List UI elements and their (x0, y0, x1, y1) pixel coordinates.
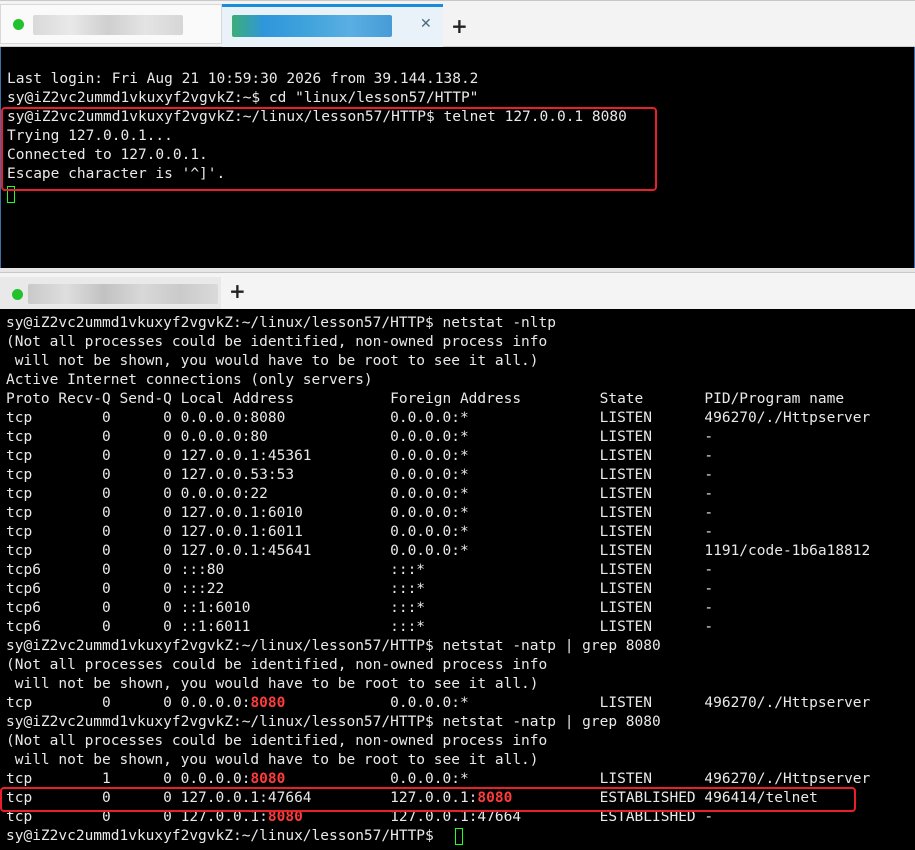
netstat-row: tcp 0 0 127.0.0.53:53 0.0.0.0:* LISTEN - (6, 467, 714, 483)
annotation-box (1, 107, 657, 191)
netstat-row: tcp 0 0 0.0.0.0:80 0.0.0.0:* LISTEN - (6, 429, 714, 445)
session-tab-bottom[interactable] (0, 277, 221, 310)
status-dot-icon (13, 19, 24, 30)
netstat-row: tcp 0 0 127.0.0.1:45641 0.0.0.0:* LISTEN… (6, 543, 871, 559)
terminal-cursor (455, 828, 463, 845)
netstat-row: tcp 0 0 0.0.0.0:22 0.0.0.0:* LISTEN - (6, 486, 714, 502)
new-tab-button[interactable]: + (229, 279, 246, 303)
netstat-row: tcp 0 0 127.0.0.1:45361 0.0.0.0:* LISTEN… (6, 448, 714, 464)
top-terminal[interactable]: Last login: Fri Aug 21 10:59:30 2026 fro… (0, 47, 915, 270)
terminal-line: (Not all processes could be identified, … (6, 657, 548, 673)
terminal-line: sy@iZ2vc2ummd1vkuxyf2vgvkZ:~/linux/lesso… (6, 315, 556, 331)
grep-match: 8080 (250, 771, 286, 787)
netstat-row: tcp6 0 0 :::80 :::* LISTEN - (6, 562, 714, 578)
terminal-line: Last login: Fri Aug 21 10:59:30 2026 fro… (7, 71, 479, 87)
netstat-header: Proto Recv-Q Send-Q Local Address Foreig… (6, 391, 845, 407)
netstat-row: tcp6 0 0 ::1:6010 :::* LISTEN - (6, 600, 714, 616)
netstat-row: tcp6 0 0 :::22 :::* LISTEN - (6, 581, 714, 597)
netstat-row: tcp6 0 0 ::1:6011 :::* LISTEN - (6, 619, 714, 635)
grep-post: 0.0.0.0:* LISTEN 496270/./Httpserver (285, 771, 871, 787)
grep-match: 8080 (250, 695, 286, 711)
grep-pre: tcp 0 0 0.0.0.0: (6, 695, 251, 711)
terminal-line: (Not all processes could be identified, … (6, 334, 548, 350)
bottom-tab-bar: + (0, 272, 915, 310)
top-tab-bar: ✕ + (0, 0, 915, 47)
grep-row: tcp 0 0 0.0.0.0:8080 0.0.0.0:* LISTEN 49… (6, 694, 870, 713)
session-tab-1[interactable] (0, 4, 222, 44)
annotation-box (0, 787, 856, 812)
grep-post: 0.0.0.0:* LISTEN 496270/./Httpserver (285, 695, 871, 711)
terminal-line: sy@iZ2vc2ummd1vkuxyf2vgvkZ:~/linux/lesso… (6, 828, 443, 844)
terminal-line: sy@iZ2vc2ummd1vkuxyf2vgvkZ:~/linux/lesso… (6, 638, 661, 654)
terminal-line: (Not all processes could be identified, … (6, 733, 548, 749)
netstat-row: tcp 0 0 127.0.0.1:6011 0.0.0.0:* LISTEN … (6, 524, 714, 540)
blurred-tab-title (33, 15, 183, 35)
bottom-terminal[interactable]: sy@iZ2vc2ummd1vkuxyf2vgvkZ:~/linux/lesso… (0, 309, 915, 850)
terminal-line: will not be shown, you would have to be … (6, 752, 539, 768)
blurred-tab-title (28, 284, 218, 304)
netstat-row: tcp 0 0 0.0.0.0:8080 0.0.0.0:* LISTEN 49… (6, 410, 871, 426)
close-icon[interactable]: ✕ (420, 16, 432, 32)
terminal-line: will not be shown, you would have to be … (6, 353, 539, 369)
terminal-line: will not be shown, you would have to be … (6, 676, 539, 692)
terminal-line: sy@iZ2vc2ummd1vkuxyf2vgvkZ:~$ cd "linux/… (7, 90, 479, 106)
netstat-row: tcp 0 0 127.0.0.1:6010 0.0.0.0:* LISTEN … (6, 505, 714, 521)
grep-pre: tcp 1 0 0.0.0.0: (6, 771, 251, 787)
session-tab-2-active[interactable]: ✕ (222, 4, 443, 47)
new-tab-button[interactable]: + (451, 14, 468, 38)
blurred-tab-title (232, 15, 392, 37)
terminal-line: Active Internet connections (only server… (6, 372, 373, 388)
status-dot-icon (12, 289, 23, 300)
terminal-line: sy@iZ2vc2ummd1vkuxyf2vgvkZ:~/linux/lesso… (6, 714, 661, 730)
